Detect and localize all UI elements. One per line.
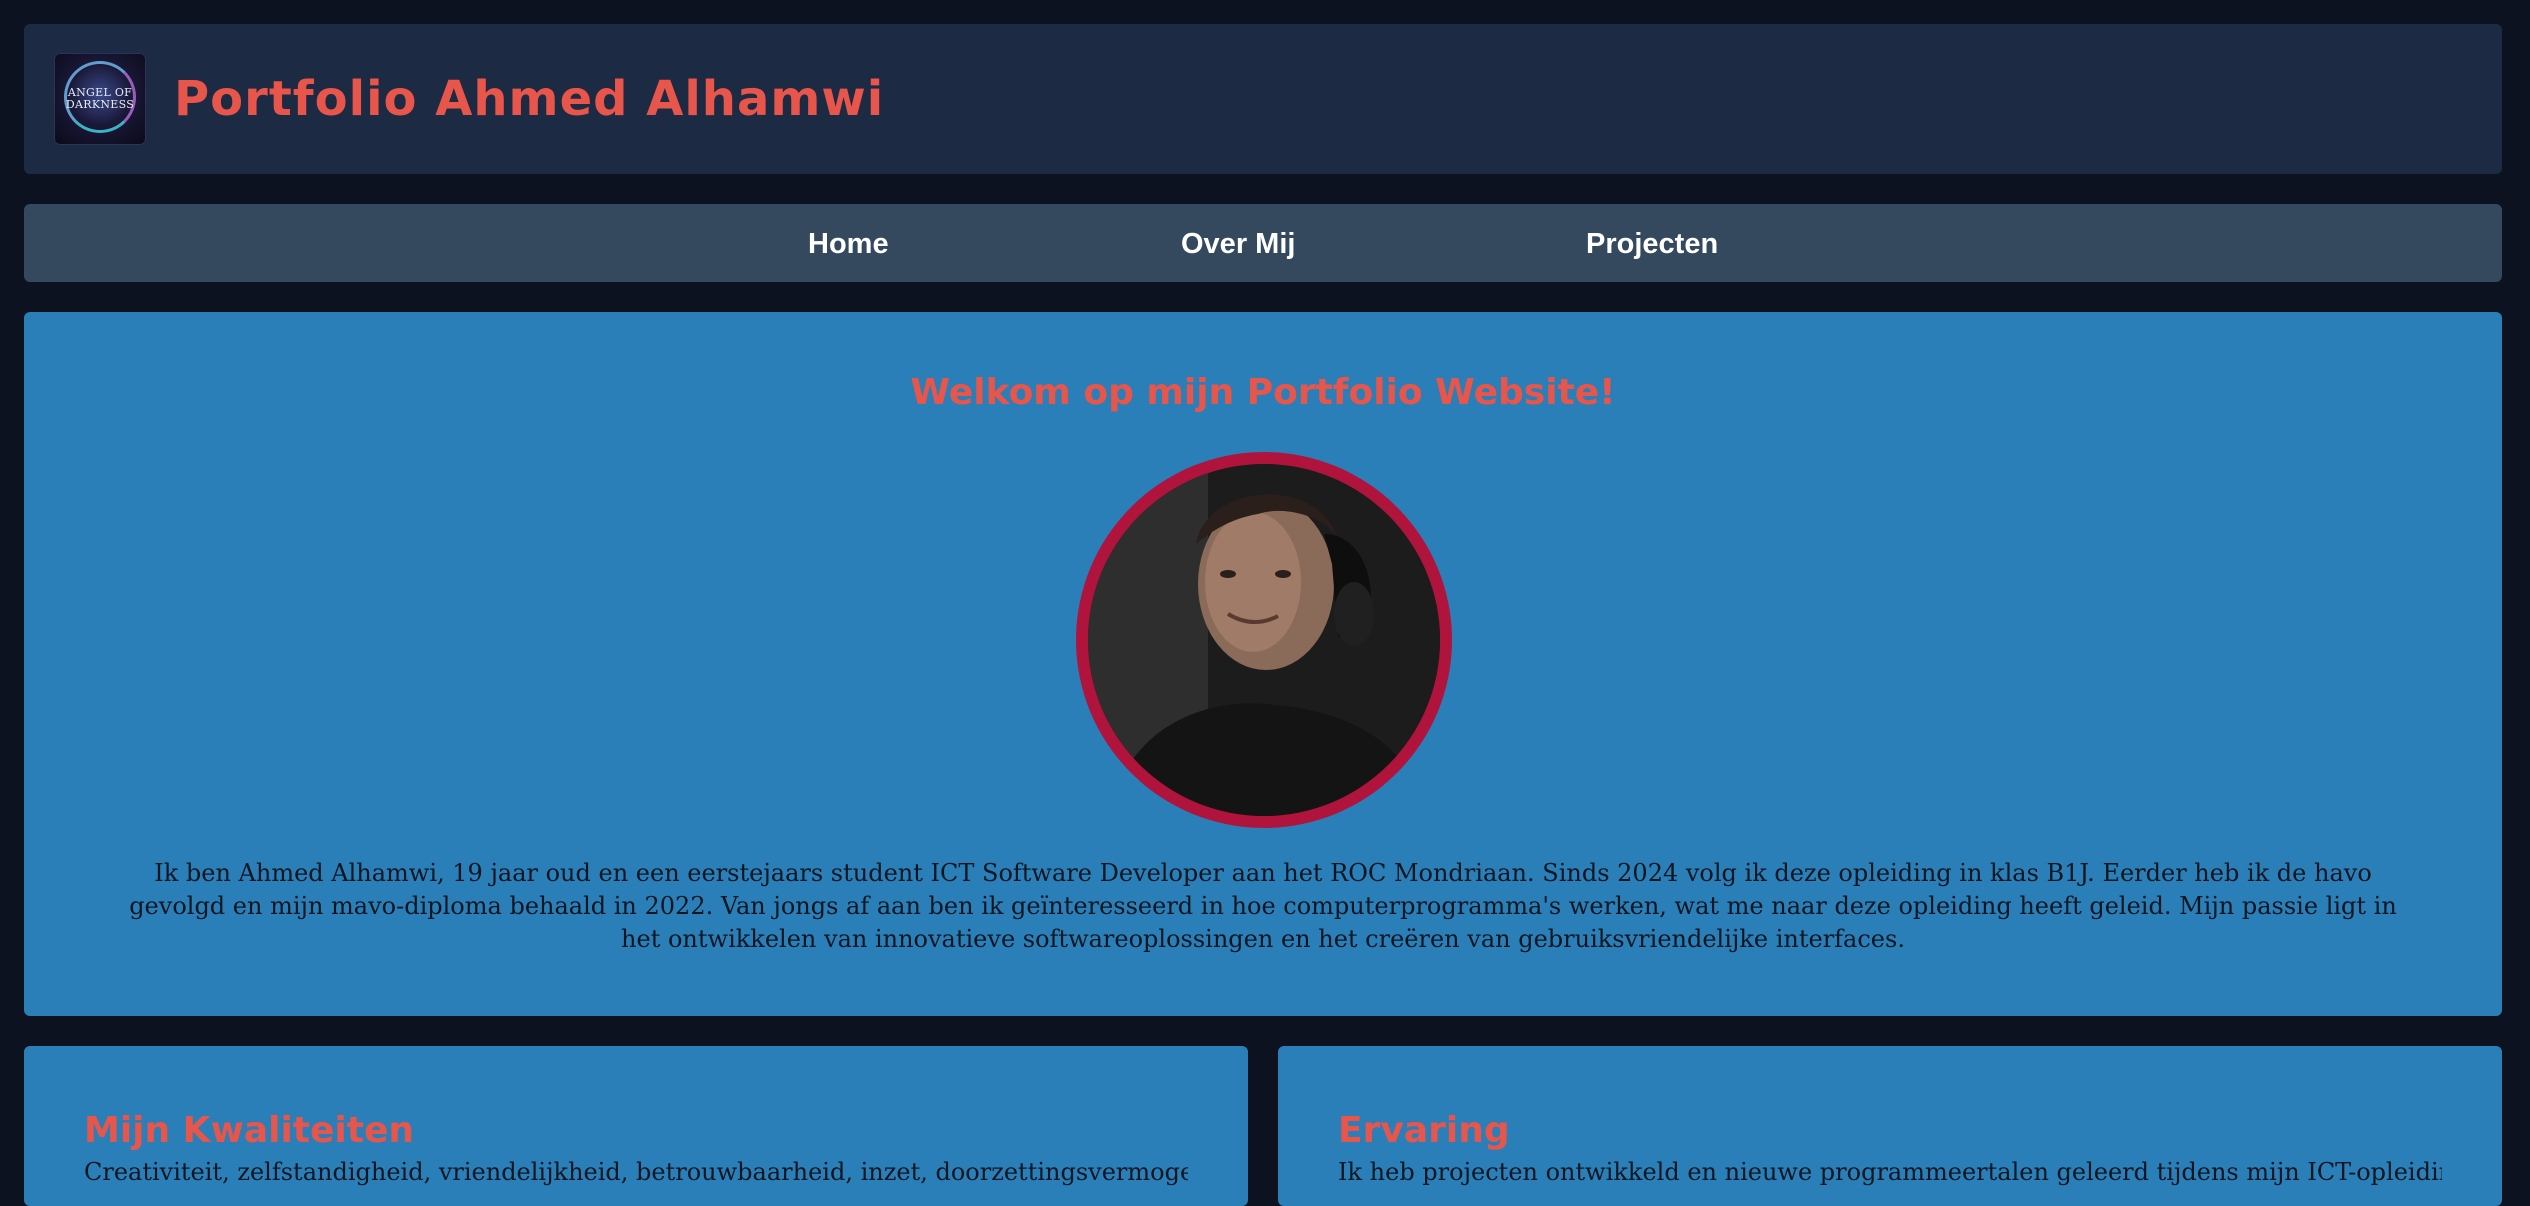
nav-home-link[interactable]: Home [808, 228, 889, 261]
experience-card: Ervaring Ik heb projecten ontwikkeld en … [1278, 1046, 2502, 1206]
logo-text: ANGEL OF DARKNESS [65, 86, 135, 111]
person-silhouette-icon [1088, 464, 1440, 816]
main-nav: Home Over Mij Projecten [24, 204, 2502, 282]
qualities-heading: Mijn Kwaliteiten [84, 1110, 415, 1151]
intro-paragraph: Ik ben Ahmed Alhamwi, 19 jaar oud en een… [129, 859, 2397, 953]
site-title: Portfolio Ahmed Alhamwi [174, 71, 885, 127]
logo[interactable]: ANGEL OF DARKNESS [54, 53, 146, 145]
experience-heading: Ervaring [1338, 1110, 1510, 1151]
nav-over-mij-link[interactable]: Over Mij [1181, 228, 1295, 261]
qualities-card: Mijn Kwaliteiten Creativiteit, zelfstand… [24, 1046, 1248, 1206]
welcome-heading: Welkom op mijn Portfolio Website! [910, 372, 1616, 413]
nav-projecten-link[interactable]: Projecten [1586, 228, 1718, 261]
site-header: ANGEL OF DARKNESS Portfolio Ahmed Alhamw… [24, 24, 2502, 174]
profile-photo [1088, 464, 1440, 816]
welcome-section: Welkom op mijn Portfolio Website! Ik ben… [24, 312, 2502, 1016]
profile-portrait [1076, 452, 1452, 828]
